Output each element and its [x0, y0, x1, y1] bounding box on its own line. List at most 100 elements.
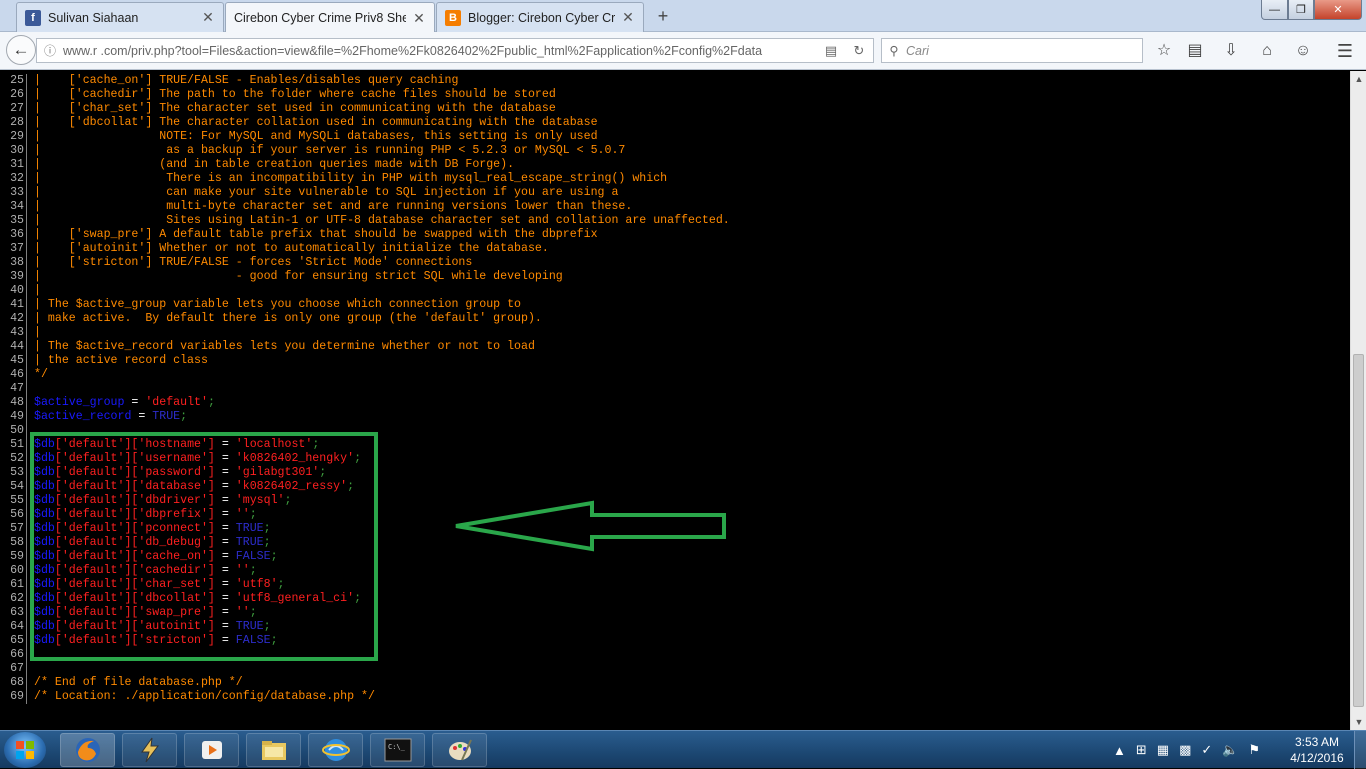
close-tab-icon[interactable]: ✕ [201, 9, 215, 26]
scroll-up-icon[interactable]: ▲ [1351, 71, 1366, 87]
menu-icon[interactable]: ☰ [1334, 40, 1356, 62]
line-number: 33 [10, 186, 24, 199]
action-center-flag-icon[interactable]: ⚑ [1248, 742, 1260, 758]
close-tab-icon[interactable]: ✕ [412, 10, 426, 27]
maximize-button[interactable]: ❐ [1288, 0, 1314, 20]
taskbar-media-player[interactable] [184, 733, 239, 767]
line-number: 31 [10, 158, 24, 171]
gutter-divider [26, 382, 27, 396]
windows-flag-icon[interactable]: ⊞ [1136, 742, 1147, 758]
hello-icon[interactable]: ☺ [1292, 40, 1314, 62]
new-tab-button[interactable]: + [652, 5, 674, 27]
tab-blogger[interactable]: B Blogger: Cirebon Cyber Cri... ✕ [436, 2, 644, 32]
line-number: 49 [10, 410, 24, 423]
code-line: 46 */ [0, 368, 730, 382]
taskbar-cmd[interactable]: C:\_ [370, 733, 425, 767]
taskbar-paint[interactable] [432, 733, 487, 767]
tab-shell[interactable]: Cirebon Cyber Crime Priv8 Shell ✕ [225, 2, 435, 33]
start-button[interactable] [4, 732, 46, 768]
code-variable: $active_group [34, 396, 125, 409]
code-operator: = [124, 396, 146, 409]
reader-view-icon[interactable]: ▤ [817, 43, 845, 59]
line-number: 32 [10, 172, 24, 185]
taskbar-winamp[interactable] [122, 733, 177, 767]
gutter-divider [26, 144, 27, 158]
line-source: | Sites using Latin-1 or UTF-8 database … [34, 214, 730, 228]
line-number: 55 [10, 494, 24, 507]
code-line: 69 /* Location: ./application/config/data… [0, 690, 730, 704]
code-operator: = [131, 410, 153, 423]
network-icon[interactable]: ▩ [1179, 742, 1191, 758]
code-line: 35 | Sites using Latin-1 or UTF-8 databas… [0, 214, 730, 228]
taskbar-internet-explorer[interactable] [308, 733, 363, 767]
blogger-icon: B [445, 9, 461, 26]
close-tab-icon[interactable]: ✕ [621, 9, 635, 26]
line-number: 30 [10, 144, 24, 157]
back-button[interactable]: ← [6, 35, 36, 65]
line-number: 54 [10, 480, 24, 493]
code-line: 43 | [0, 326, 730, 340]
code-line: 68 /* End of file database.php */ [0, 676, 730, 690]
code-comment: | There is an incompatibility in PHP wit… [34, 172, 668, 185]
line-number: 50 [10, 424, 24, 437]
clock[interactable]: 3:53 AM 4/12/2016 [1284, 734, 1350, 766]
code-line: 47 [0, 382, 730, 396]
gutter-divider [26, 298, 27, 312]
security-icon[interactable]: ▦ [1157, 742, 1169, 758]
home-icon[interactable]: ⌂ [1256, 40, 1278, 62]
reload-icon[interactable]: ↻ [845, 43, 873, 59]
bookmark-star-icon[interactable]: ☆ [1153, 40, 1175, 62]
code-line: 38 | ['stricton'] TRUE/FALSE - forces 'St… [0, 256, 730, 270]
taskbar-explorer[interactable] [246, 733, 301, 767]
line-source: | [34, 326, 41, 340]
line-source: | ['dbcollat'] The character collation u… [34, 116, 598, 130]
gutter-divider [26, 214, 27, 228]
volume-icon[interactable]: 🔈 [1222, 742, 1238, 758]
address-bar[interactable]: ⓘ www.r .com/priv.php?tool=Files&action=… [36, 38, 874, 63]
code-comment: | make active. By default there is only … [34, 312, 542, 325]
bookmarks-list-icon[interactable]: ▤ [1184, 40, 1206, 62]
code-value: 'default' [145, 396, 208, 409]
line-source: | multi-byte character set and are runni… [34, 200, 632, 214]
sync-icon[interactable]: ✓ [1201, 742, 1212, 758]
line-number: 40 [10, 284, 24, 297]
gutter-divider [26, 340, 27, 354]
show-hidden-icons-icon[interactable]: ▲ [1113, 743, 1126, 758]
scroll-thumb[interactable] [1353, 354, 1364, 707]
info-icon[interactable]: ⓘ [37, 42, 63, 59]
code-line: 29 | NOTE: For MySQL and MySQLi databases… [0, 130, 730, 144]
url-text[interactable]: www.r .com/priv.php?tool=Files&action=vi… [63, 44, 817, 58]
line-number: 51 [10, 438, 24, 451]
code-comment: | Sites using Latin-1 or UTF-8 database … [34, 214, 730, 227]
downloads-icon[interactable]: ⇩ [1220, 40, 1242, 62]
show-desktop-button[interactable] [1354, 731, 1366, 769]
tab-facebook[interactable]: f Sulivan Siahaan ✕ [16, 2, 224, 32]
back-arrow-icon: ← [12, 40, 30, 59]
line-source: | can make your site vulnerable to SQL i… [34, 186, 618, 200]
line-number: 69 [10, 690, 24, 703]
gutter-divider [26, 116, 27, 130]
gutter-divider [26, 228, 27, 242]
line-number: 35 [10, 214, 24, 227]
media-player-icon [201, 741, 222, 759]
search-placeholder[interactable]: Cari [906, 44, 929, 58]
scroll-down-icon[interactable]: ▼ [1351, 714, 1366, 730]
close-window-button[interactable]: ✕ [1314, 0, 1362, 20]
vertical-scrollbar[interactable]: ▲ ▼ [1350, 71, 1366, 730]
gutter-divider [26, 270, 27, 284]
taskbar-firefox[interactable] [60, 733, 115, 767]
line-source: /* Location: ./application/config/databa… [34, 690, 375, 704]
line-number: 27 [10, 102, 24, 115]
line-number: 41 [10, 298, 24, 311]
line-source: | ['autoinit'] Whether or not to automat… [34, 242, 549, 256]
tab-label: Sulivan Siahaan [48, 10, 139, 25]
code-line: 40 | [0, 284, 730, 298]
minimize-button[interactable]: — [1261, 0, 1288, 20]
gutter-divider [26, 88, 27, 102]
line-number: 65 [10, 634, 24, 647]
line-source: */ [34, 368, 48, 382]
line-source: | ['stricton'] TRUE/FALSE - forces 'Stri… [34, 256, 472, 270]
code-line: 48 $active_group = 'default'; [0, 396, 730, 410]
search-bar[interactable]: ⚲ Cari [881, 38, 1143, 63]
line-source: | as a backup if your server is running … [34, 144, 625, 158]
